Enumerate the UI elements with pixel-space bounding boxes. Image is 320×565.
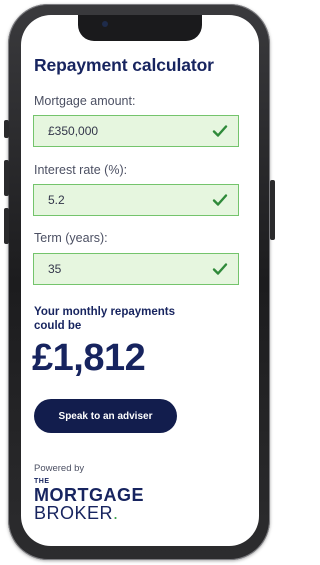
mortgage-amount-input[interactable]: £350,000 xyxy=(33,115,239,147)
check-icon xyxy=(212,263,228,275)
logo-broker: BROKER xyxy=(34,503,114,523)
monthly-repayment-amount: £1,812 xyxy=(32,337,146,379)
powered-by-label: Powered by xyxy=(34,463,85,474)
volume-down-button xyxy=(4,208,9,244)
check-icon xyxy=(212,194,228,206)
interest-rate-label: Interest rate (%): xyxy=(34,163,128,177)
notch xyxy=(78,15,202,41)
term-years-label: Term (years): xyxy=(34,231,108,245)
speak-to-adviser-button[interactable]: Speak to an adviser xyxy=(34,399,177,433)
interest-rate-value: 5.2 xyxy=(48,193,65,207)
camera-icon xyxy=(102,21,108,27)
volume-up-button xyxy=(4,160,9,196)
term-years-value: 35 xyxy=(48,262,62,276)
check-icon xyxy=(212,125,228,137)
logo-dot: . xyxy=(113,503,119,523)
phone-screen: Repayment calculator Mortgage amount: £3… xyxy=(21,15,259,546)
power-button xyxy=(270,180,275,240)
mortgage-broker-logo[interactable]: THE MORTGAGE BROKER. xyxy=(34,478,144,522)
interest-rate-input[interactable]: 5.2 xyxy=(33,184,239,216)
monthly-repayments-label: Your monthly repayments could be xyxy=(34,306,176,332)
mortgage-amount-label: Mortgage amount: xyxy=(34,94,136,108)
page-title: Repayment calculator xyxy=(34,55,214,75)
mortgage-amount-value: £350,000 xyxy=(48,124,99,138)
logo-broker-line: BROKER. xyxy=(34,504,144,522)
term-years-input[interactable]: 35 xyxy=(33,253,239,285)
mute-switch xyxy=(4,120,9,138)
logo-mortgage: MORTGAGE xyxy=(34,485,144,505)
